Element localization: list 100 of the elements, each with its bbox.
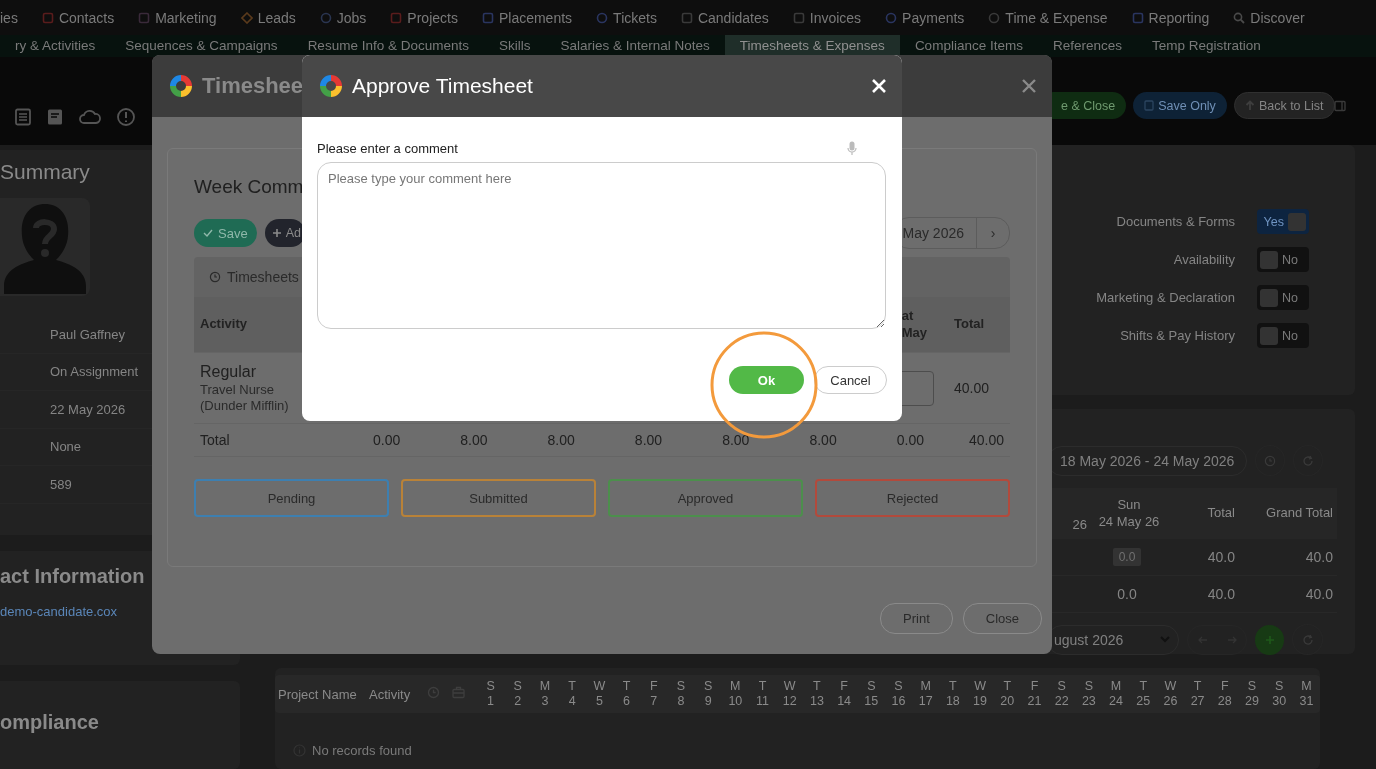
print-button[interactable]: Print [880, 603, 953, 634]
toggle-label: Documents & Forms [1116, 214, 1235, 229]
nav-link[interactable]: Time & Expense [1005, 9, 1108, 26]
square-icon [680, 11, 693, 24]
table-cell: 40.0 [1207, 549, 1235, 565]
arrow-up-icon [1244, 100, 1255, 111]
nav-link[interactable]: Invoices [809, 9, 862, 26]
column-header: Total [1207, 505, 1235, 521]
nav-link[interactable]: Tickets [613, 9, 657, 26]
day-header: S 22 [1053, 679, 1070, 709]
record-tab[interactable]: Resume Info & Documents [292, 35, 484, 57]
record-tab[interactable]: Timesheets & Expenses [724, 35, 900, 57]
table-cell: 0.00 [373, 432, 401, 448]
circle-icon [988, 11, 1001, 24]
email-link[interactable]: demo-candidate.cox [0, 604, 118, 619]
record-tab[interactable]: Compliance Items [899, 35, 1038, 57]
close-button[interactable]: Close [962, 603, 1042, 634]
toggle-label: Marketing & Declaration [1096, 290, 1235, 305]
record-tab[interactable]: Skills [483, 35, 546, 57]
timesheets-tab[interactable]: Timesheets [209, 269, 299, 285]
toggle-switch[interactable]: No [1257, 247, 1309, 272]
field-value: On Assignment [50, 364, 139, 380]
toggle-switch[interactable]: No [1257, 323, 1309, 348]
status-button[interactable]: Approved [608, 479, 803, 517]
table-cell: 40.0 [1305, 549, 1333, 565]
field-value: None [50, 439, 82, 455]
day-header: W 19 [972, 679, 988, 709]
day-header: S 23 [1080, 679, 1097, 709]
day-header: S 8 [675, 679, 687, 709]
column-header: Activity [200, 316, 247, 333]
nav-link[interactable]: Payments [902, 9, 965, 26]
table-cell: 40.00 [954, 380, 990, 396]
diamond-icon [240, 11, 253, 24]
cancel-button[interactable]: Cancel [814, 366, 887, 394]
alert-icon [116, 107, 136, 127]
status-button[interactable]: Rejected [815, 479, 1010, 517]
nav-link[interactable]: Candidates [697, 9, 769, 26]
microphone-icon[interactable] [847, 140, 857, 156]
section-title: Summary [0, 160, 91, 184]
record-tab[interactable]: ry & Activities [0, 35, 111, 57]
field-value: Paul Gaffney [50, 326, 125, 342]
day-header: M 17 [917, 679, 934, 709]
refresh-icon [1302, 454, 1315, 467]
nav-link[interactable]: Reporting [1148, 9, 1210, 26]
record-tab[interactable]: Salaries & Internal Notes [545, 35, 725, 57]
add-button[interactable] [1255, 624, 1285, 655]
field-value: 589 [50, 476, 72, 492]
table-cell: 40.0 [1207, 586, 1235, 602]
square-icon [792, 11, 805, 24]
record-tab[interactable]: Sequences & Campaigns [110, 35, 293, 57]
square-icon [1131, 11, 1144, 24]
day-header: F 21 [1026, 679, 1043, 709]
nav-link[interactable]: Discover [1250, 9, 1305, 26]
save-button[interactable]: Save [194, 219, 257, 247]
day-header: T 27 [1189, 679, 1206, 709]
panel-icon[interactable] [1334, 100, 1346, 112]
nav-link[interactable]: Projects [407, 9, 458, 26]
status-button[interactable]: Submitted [401, 479, 596, 517]
column-header: Activity [369, 686, 412, 702]
day-header: W 26 [1162, 679, 1179, 709]
ok-button[interactable]: Ok [729, 366, 804, 394]
add-button[interactable]: Ad [264, 219, 305, 247]
circle-icon [885, 11, 898, 24]
back-button[interactable]: Back to List [1233, 92, 1335, 119]
day-header: F 14 [836, 679, 853, 709]
field-value: 22 May 2026 [50, 401, 126, 417]
next-button[interactable]: › [977, 218, 1009, 248]
day-header: T 11 [755, 679, 770, 709]
day-header: S 15 [863, 679, 880, 709]
toggle-label: Availability [1173, 252, 1235, 267]
day-header: W 5 [592, 679, 607, 709]
square-icon [138, 11, 151, 24]
nav-link[interactable]: Jobs [336, 9, 367, 26]
toggle-switch[interactable]: No [1257, 285, 1309, 310]
toggle-switch[interactable]: Yes [1257, 209, 1309, 234]
square-icon [390, 11, 403, 24]
column-header: Grand Total [1266, 505, 1333, 521]
save-button[interactable]: Save Only [1133, 92, 1227, 119]
column-header: 26 [1072, 517, 1087, 533]
record-tab[interactable]: References [1037, 35, 1137, 57]
nav-link[interactable]: Placements [498, 9, 573, 26]
logo-icon [318, 73, 344, 99]
nav-link[interactable]: Leads [257, 9, 296, 26]
section-title: act Information [0, 565, 146, 588]
cloud-icon [78, 108, 102, 126]
nav-link[interactable]: ies [0, 9, 18, 26]
day-header: M 3 [538, 679, 552, 709]
dialog-title: Timeshee [202, 73, 304, 99]
table-cell: 8.00 [634, 432, 663, 448]
day-header: S 9 [702, 679, 714, 709]
empty-message: No records found [312, 743, 412, 758]
nav-link[interactable]: Marketing [155, 9, 217, 26]
table-cell: 8.00 [547, 432, 575, 448]
nav-link[interactable]: Contacts [58, 9, 115, 26]
status-button[interactable]: Pending [194, 479, 389, 517]
column-header: Sun 24 May 26 [1098, 496, 1160, 529]
comment-field[interactable]: Please type your comment here [317, 162, 886, 329]
record-tab[interactable]: Temp Registration [1136, 35, 1276, 57]
refresh-icon [1301, 633, 1314, 646]
table-cell: 40.0 [1305, 586, 1333, 602]
